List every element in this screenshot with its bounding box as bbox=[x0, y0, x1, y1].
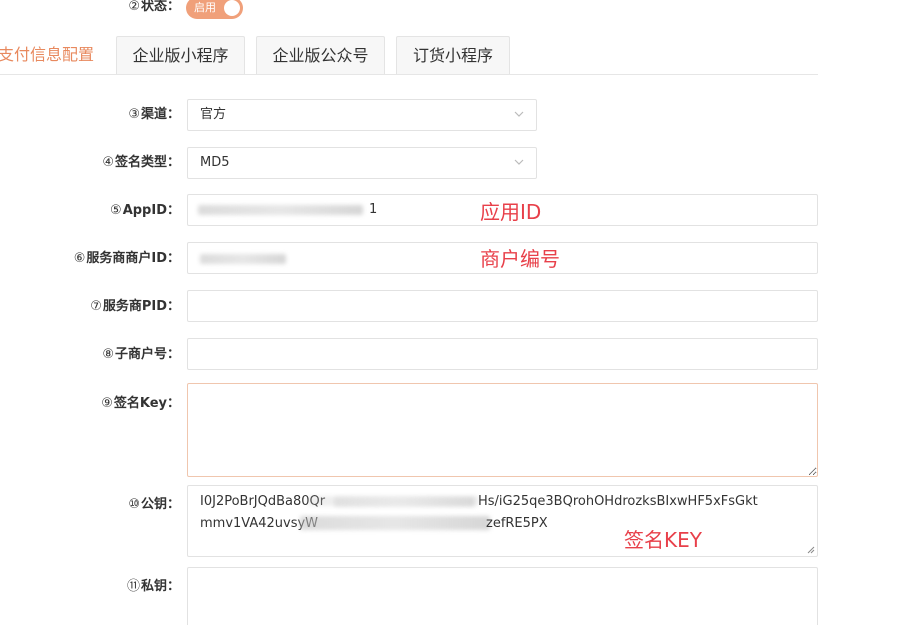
payment-config-page: ②状态： 启用 支付信息配置 企业版小程序 企业版公众号 订货小程序 ③渠道： … bbox=[0, 0, 911, 625]
public-key-textarea[interactable]: I0J2PoBrJQdBa80Qr Hs/iG25qe3BQrohOHdrozk… bbox=[187, 485, 818, 557]
sign-key-label: ⑨签名Key： bbox=[101, 396, 180, 411]
tab-enterprise-miniprogram[interactable]: 企业版小程序 bbox=[116, 36, 245, 74]
pid-label: ⑦服务商PID： bbox=[90, 299, 180, 314]
sub-merchant-input[interactable] bbox=[187, 338, 818, 370]
public-key-line2-tail: zefRE5PX bbox=[486, 516, 548, 531]
tab-order-miniprogram[interactable]: 订货小程序 bbox=[396, 36, 510, 74]
tabs-divider bbox=[0, 74, 818, 75]
status-toggle-text: 启用 bbox=[194, 1, 216, 14]
sign-type-select[interactable]: MD5 bbox=[187, 147, 537, 179]
channel-label: ③渠道： bbox=[128, 107, 180, 122]
tab-payment-info[interactable]: 支付信息配置 bbox=[0, 36, 110, 75]
sign-type-value: MD5 bbox=[200, 155, 230, 170]
sign-key-textarea[interactable] bbox=[187, 383, 818, 477]
redacted-public-key-3 bbox=[308, 496, 478, 506]
private-key-label: ⑪私钥： bbox=[126, 579, 180, 594]
private-key-textarea[interactable] bbox=[187, 567, 818, 625]
pid-input[interactable] bbox=[187, 290, 818, 322]
appid-annotation: 应用ID bbox=[480, 200, 542, 224]
merchant-id-label: ⑥服务商商户ID： bbox=[73, 251, 180, 266]
chevron-down-icon bbox=[514, 111, 524, 117]
public-key-line1-tail: Hs/iG25qe3BQrohOHdrozksBIxwHF5xFsGkt bbox=[478, 494, 758, 509]
merchant-annotation: 商户编号 bbox=[480, 247, 560, 271]
key-annotation: 签名KEY bbox=[624, 528, 702, 552]
tab-enterprise-official-account[interactable]: 企业版公众号 bbox=[256, 36, 385, 74]
public-key-label: ⑩公钥： bbox=[128, 497, 180, 512]
redacted-public-key-2 bbox=[300, 516, 490, 530]
appid-label: ⑤AppID： bbox=[110, 203, 180, 218]
sub-merchant-label: ⑧子商户号： bbox=[102, 347, 180, 362]
resize-handle-icon[interactable] bbox=[807, 546, 815, 554]
appid-value-suffix: 1 bbox=[369, 202, 378, 217]
channel-value: 官方 bbox=[200, 107, 227, 122]
status-toggle[interactable]: 启用 bbox=[186, 0, 243, 19]
chevron-down-icon bbox=[514, 159, 524, 165]
redacted-merchant-id bbox=[200, 254, 286, 264]
sign-type-label: ④签名类型： bbox=[102, 155, 180, 170]
channel-select[interactable]: 官方 bbox=[187, 99, 537, 131]
public-key-line1: I0J2PoBrJQdBa80Qr bbox=[200, 494, 326, 509]
redacted-appid bbox=[198, 205, 363, 215]
status-label: ②状态： bbox=[128, 0, 180, 14]
toggle-knob bbox=[224, 0, 240, 16]
